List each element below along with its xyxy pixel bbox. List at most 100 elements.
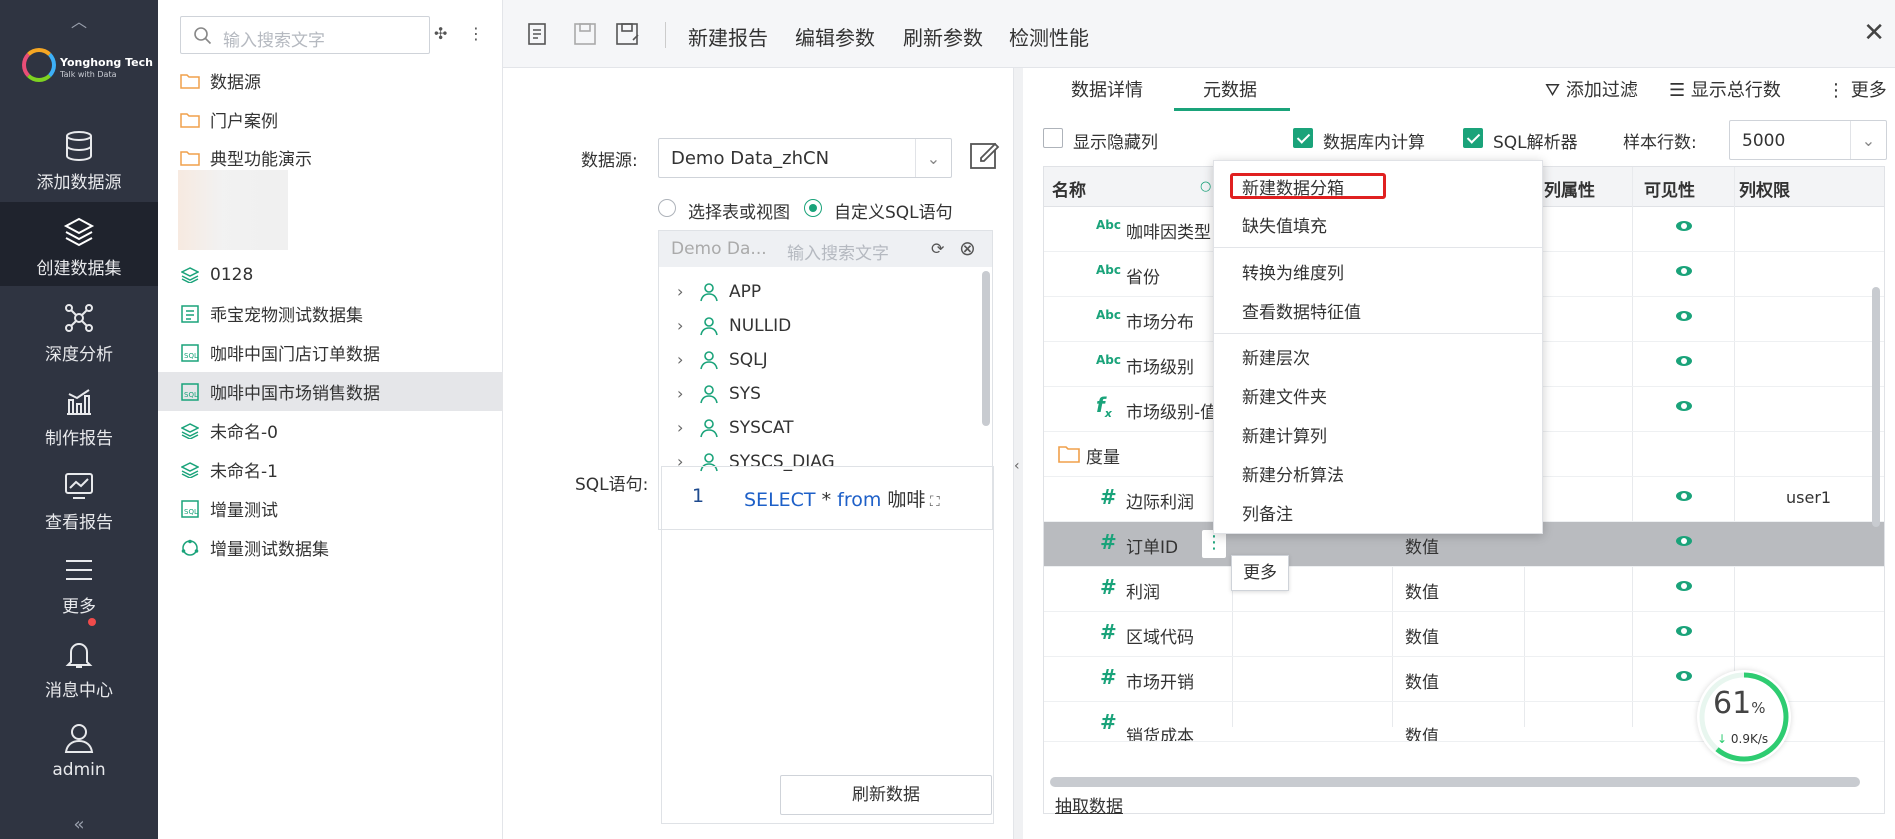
menu-item-new-binning[interactable]: 新建数据分箱 (1242, 174, 1344, 199)
collapse-left-icon[interactable]: ‹ (1014, 458, 1020, 474)
edit-params-button[interactable]: 编辑参数 (795, 22, 875, 51)
network-gauge[interactable]: 61% ↓ 0.9K/s (1697, 670, 1791, 764)
sql-editor[interactable]: 1 SELECT * from 咖啡 ⛶ (661, 466, 994, 824)
datasource-select[interactable]: Demo Data_zhCN ⌄ (658, 138, 952, 178)
add-filter-label: 添加过滤 (1565, 80, 1638, 101)
db-compute-label: 数据库内计算 (1323, 133, 1425, 153)
row-more-icon[interactable]: ⋮ (1202, 530, 1226, 558)
collapse-nav-icon[interactable]: « (0, 814, 158, 835)
menu-item-new-folder[interactable]: 新建文件夹 (1242, 383, 1327, 408)
eye-icon[interactable] (1676, 536, 1692, 546)
text-type-icon: Abc (1096, 308, 1121, 322)
folder-name: 度量 (1086, 448, 1120, 468)
collapse-up-icon[interactable]: ︿ (0, 8, 158, 32)
menu-item-new-algorithm[interactable]: 新建分析算法 (1242, 461, 1344, 486)
nav-item-deep-analysis[interactable]: 深度分析 (0, 288, 158, 372)
tree-item-unnamed-0[interactable]: 未命名-0 (158, 411, 503, 450)
table-row[interactable]: # 利润 数值 (1044, 567, 1884, 612)
tree-item-portal-cases[interactable]: 门户案例 (158, 100, 503, 139)
tree-item-incremental-test-dataset[interactable]: 增量测试数据集 (158, 528, 503, 567)
tree-item-0128[interactable]: 0128 (158, 255, 503, 294)
field-name: 利润 (1126, 583, 1160, 603)
nav-item-more[interactable]: 更多 (0, 540, 158, 624)
save-icon[interactable] (573, 22, 597, 46)
tab-metadata[interactable]: 元数据 (1203, 76, 1257, 102)
eye-icon[interactable] (1676, 491, 1692, 501)
text-type-icon: Abc (1096, 353, 1121, 367)
database-icon (0, 130, 158, 162)
db-compute-checkbox[interactable] (1293, 128, 1313, 148)
sql-parser-checkbox[interactable] (1463, 128, 1483, 148)
schema-search-input[interactable]: 输入搜索文字 (787, 239, 889, 264)
tree-item-coffee-market-sales[interactable]: SQL 咖啡中国市场销售数据 (158, 372, 503, 411)
tree-item-unnamed-1[interactable]: 未命名-1 (158, 450, 503, 489)
schema-label: NULLID (729, 315, 792, 336)
chevron-down-icon: ⌄ (1850, 121, 1886, 159)
eye-icon[interactable] (1676, 401, 1692, 411)
tab-data-detail[interactable]: 数据详情 (1071, 76, 1143, 102)
refresh-icon[interactable]: ⟳ (931, 239, 944, 258)
new-report-button[interactable]: 新建报告 (688, 22, 768, 51)
nav-item-view-report[interactable]: 查看报告 (0, 456, 158, 540)
numeric-type-icon: # (1100, 710, 1117, 734)
new-file-icon[interactable] (527, 22, 549, 46)
user-schema-icon (700, 350, 718, 369)
nav-item-user[interactable]: admin (0, 708, 158, 792)
nav-item-create-dataset[interactable]: 创建数据集 (0, 202, 158, 286)
tree-item-datasource[interactable]: 数据源 (158, 61, 503, 100)
clear-icon[interactable]: ⊗ (959, 236, 976, 260)
kebab-menu-icon[interactable]: ⋮ (468, 24, 484, 43)
eye-icon[interactable] (1676, 356, 1692, 366)
table-row[interactable]: # 区域代码 数值 (1044, 612, 1884, 657)
eye-icon[interactable] (1676, 221, 1692, 231)
user-icon (0, 722, 158, 754)
nav-item-add-datasource[interactable]: 添加数据源 (0, 116, 158, 200)
menu-item-column-note[interactable]: 列备注 (1242, 500, 1293, 525)
tree-item-pet-dataset[interactable]: 乖宝宠物测试数据集 (158, 294, 503, 333)
edit-icon[interactable] (967, 138, 1001, 172)
radio-custom-sql[interactable] (804, 199, 822, 217)
schema-scrollbar[interactable] (982, 271, 990, 426)
menu-item-new-hierarchy[interactable]: 新建层次 (1242, 344, 1310, 369)
panel-splitter[interactable]: ‹ (1013, 68, 1023, 839)
nav-item-make-report[interactable]: 制作报告 (0, 372, 158, 456)
refresh-params-button[interactable]: 刷新参数 (903, 22, 983, 51)
horizontal-scrollbar[interactable] (1050, 777, 1860, 787)
eye-icon[interactable] (1676, 626, 1692, 636)
menu-item-to-dimension[interactable]: 转换为维度列 (1242, 259, 1344, 284)
eye-icon[interactable] (1676, 266, 1692, 276)
schema-db-name[interactable]: Demo Da... (671, 239, 767, 259)
app-window: ︿ Yonghong Tech Talk with Data 添加数据源 创建数… (0, 0, 1895, 839)
tree-item-coffee-store-orders[interactable]: SQL 咖啡中国门店订单数据 (158, 333, 503, 372)
radio-table-view[interactable] (658, 199, 676, 217)
menu-item-new-calc-column[interactable]: 新建计算列 (1242, 422, 1327, 447)
nav-item-message-center[interactable]: 消息中心 (0, 624, 158, 708)
refresh-data-button[interactable]: 刷新数据 (780, 775, 992, 815)
logo-title: Yonghong Tech (60, 56, 153, 69)
add-filter-button[interactable]: ⛛ 添加过滤 (1545, 76, 1638, 102)
show-total-rows-button[interactable]: ☰ 显示总行数 (1669, 76, 1781, 102)
show-total-label: 显示总行数 (1690, 80, 1781, 101)
eye-icon[interactable] (1676, 671, 1692, 681)
menu-item-view-features[interactable]: 查看数据特征值 (1242, 298, 1361, 323)
tree-item-label: 咖啡中国门店订单数据 (210, 345, 380, 365)
extract-data-link[interactable]: 抽取数据 (1055, 792, 1123, 817)
sample-rows-select[interactable]: 5000 ⌄ (1729, 120, 1887, 160)
more-button[interactable]: ⋮ 更多 (1827, 76, 1887, 102)
show-hidden-label: 显示隐藏列 (1073, 133, 1158, 153)
vertical-scrollbar[interactable] (1872, 287, 1880, 527)
menu-item-fill-missing[interactable]: 缺失值填充 (1242, 212, 1327, 237)
eye-icon[interactable] (1676, 311, 1692, 321)
tree-item-incremental-test[interactable]: SQL 增量测试 (158, 489, 503, 528)
list-icon: ☰ (1669, 80, 1686, 101)
eye-icon[interactable] (1676, 581, 1692, 591)
check-performance-button[interactable]: 检测性能 (1009, 22, 1089, 51)
dataset-icon (180, 422, 200, 440)
close-icon[interactable]: ✕ (1863, 18, 1885, 48)
pin-icon[interactable]: ✣ (434, 24, 447, 43)
tree-search-input[interactable]: 输入搜索文字 (180, 16, 430, 54)
tree-item-label: 增量测试数据集 (210, 540, 329, 560)
show-hidden-checkbox[interactable] (1043, 128, 1063, 148)
save-as-icon[interactable] (615, 22, 641, 46)
fullscreen-icon[interactable]: ⛶ (925, 494, 940, 510)
